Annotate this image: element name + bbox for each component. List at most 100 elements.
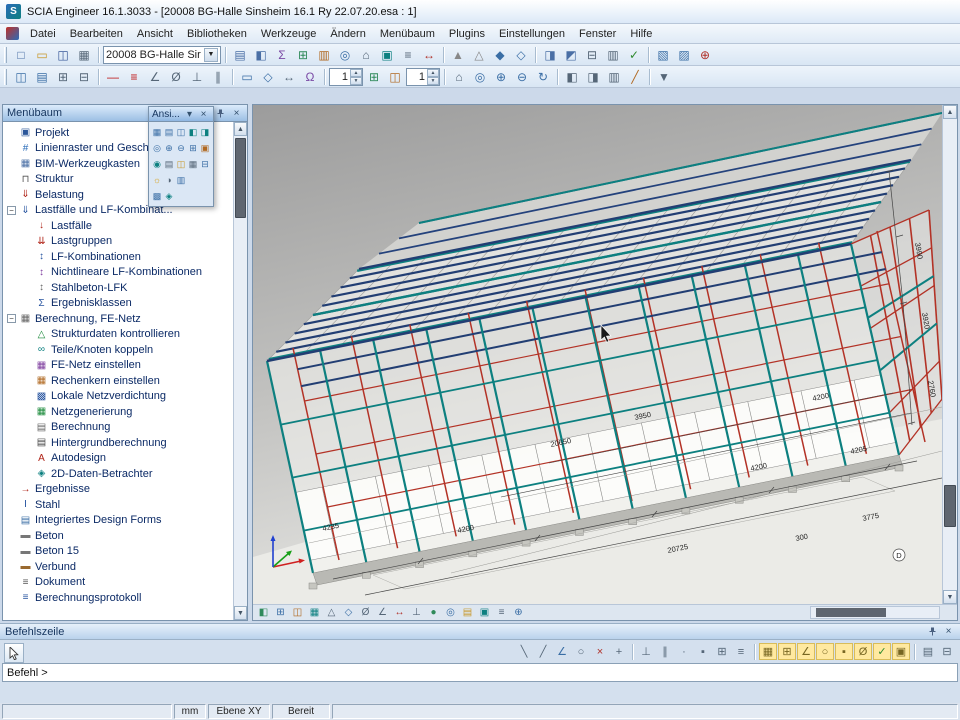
- zoom-window-icon[interactable]: ⊞: [187, 140, 199, 156]
- select-down-icon[interactable]: △: [469, 46, 489, 64]
- snap-point-lock-icon[interactable]: ▪: [835, 643, 853, 660]
- catalog-icon[interactable]: ▤: [230, 46, 250, 64]
- tree-item-lokale-netzverdichtung[interactable]: ▩Lokale Netzverdichtung: [5, 389, 233, 405]
- vp-list-icon[interactable]: ≡: [493, 605, 510, 620]
- tree-item-rechenkern-einstellen[interactable]: ▦Rechenkern einstellen: [5, 373, 233, 389]
- print-icon[interactable]: ▦: [74, 46, 94, 64]
- snap-diameter-icon[interactable]: Ø: [854, 643, 872, 660]
- zoom-all-icon[interactable]: ◎: [151, 140, 163, 156]
- menu-ansicht[interactable]: Ansicht: [130, 26, 180, 42]
- vp-member-icon[interactable]: ◇: [340, 605, 357, 620]
- tree-item-stahl[interactable]: IStahl: [5, 497, 233, 513]
- chevron-down-icon[interactable]: ▾: [183, 108, 196, 121]
- vp-perpendicular-icon[interactable]: ⊥: [408, 605, 425, 620]
- spinner-down-icon[interactable]: ▼: [350, 77, 362, 85]
- library-icon[interactable]: ◧: [251, 46, 271, 64]
- home-view-icon[interactable]: ⌂: [356, 46, 376, 64]
- vp-add-icon[interactable]: ⊕: [510, 605, 527, 620]
- snap-solid-icon[interactable]: ▣: [892, 643, 910, 660]
- snap-parallel-icon[interactable]: ∥: [656, 643, 674, 660]
- toolbar-grip[interactable]: [4, 47, 7, 63]
- snap-raster-icon[interactable]: ⊞: [778, 643, 796, 660]
- cmd-document-icon[interactable]: ▤: [919, 643, 937, 660]
- line-style-icon[interactable]: ―: [103, 68, 123, 86]
- scroll-up-icon[interactable]: ▲: [943, 105, 957, 119]
- tree-item-nichtlineare-lf-kombinationen[interactable]: ↕Nichtlineare LF-Kombinationen: [5, 265, 233, 281]
- render-mode-icon[interactable]: ▣: [377, 46, 397, 64]
- scroll-down-icon[interactable]: ▼: [943, 590, 957, 604]
- collapse-icon[interactable]: ⊟: [582, 46, 602, 64]
- project-combo[interactable]: 20008 BG-Halle Sir▼: [103, 46, 221, 64]
- open-project-icon[interactable]: ▭: [32, 46, 52, 64]
- tree-item-beton-15[interactable]: ▬Beton 15: [5, 544, 233, 560]
- vp-select-icon[interactable]: ◧: [255, 605, 272, 620]
- snap-diagonal-icon[interactable]: ╱: [534, 643, 552, 660]
- close-icon[interactable]: ×: [197, 108, 210, 121]
- menu-werkzeuge[interactable]: Werkzeuge: [254, 26, 323, 42]
- units-icon[interactable]: Ω: [300, 68, 320, 86]
- rotate-view-icon[interactable]: ↻: [533, 68, 553, 86]
- tree-item-integriertes-design-forms[interactable]: ▤Integriertes Design Forms: [5, 513, 233, 529]
- window-new-icon[interactable]: ◫: [11, 68, 31, 86]
- tree-item-dokument[interactable]: ≡Dokument: [5, 575, 233, 591]
- tree-item-hintergrundberechnung[interactable]: ▤Hintergrundberechnung: [5, 435, 233, 451]
- tree-item-2d-daten-betrachter[interactable]: ◈2D-Daten-Betrachter: [5, 466, 233, 482]
- snap-node-icon[interactable]: ▪: [694, 643, 712, 660]
- pane-right-icon[interactable]: ◨: [583, 68, 603, 86]
- view-iso-icon[interactable]: ▦: [151, 124, 163, 140]
- angle-tool-icon[interactable]: ∠: [145, 68, 165, 86]
- zoom-selection-icon[interactable]: ▣: [199, 140, 211, 156]
- light-toggle-icon[interactable]: ☼: [151, 172, 163, 188]
- tree-item-fe-netz-einstellen[interactable]: ▦FE-Netz einstellen: [5, 358, 233, 374]
- tree-item-strukturdaten-kontrollieren[interactable]: △Strukturdaten kontrollieren: [5, 327, 233, 343]
- rectangle-tool-icon[interactable]: ▭: [237, 68, 257, 86]
- menu-einstellungen[interactable]: Einstellungen: [492, 26, 572, 42]
- menu-bibliotheken[interactable]: Bibliotheken: [180, 26, 254, 42]
- check-structure-icon[interactable]: ✓: [624, 46, 644, 64]
- vp-dimension-icon[interactable]: ↔: [391, 605, 408, 620]
- tree-item-ergebnisklassen[interactable]: ΣErgebnisklassen: [5, 296, 233, 312]
- grid-view-icon[interactable]: ▥: [603, 46, 623, 64]
- tree-item-beton[interactable]: ▬Beton: [5, 528, 233, 544]
- hide-selection-icon[interactable]: ⊟: [199, 156, 211, 172]
- spinner-down-icon[interactable]: ▼: [427, 77, 439, 85]
- viewport-vscroll-thumb[interactable]: [944, 485, 956, 527]
- toolbar-grip[interactable]: [4, 69, 7, 85]
- render-settings-icon[interactable]: ▩: [151, 188, 163, 204]
- menu-plugins[interactable]: Plugins: [442, 26, 492, 42]
- pin-icon[interactable]: [214, 107, 227, 120]
- vp-shaded-icon[interactable]: ◫: [289, 605, 306, 620]
- wire-mode-icon[interactable]: ▥: [175, 172, 187, 188]
- collapse-all-icon[interactable]: ⊟: [74, 68, 94, 86]
- view-top-icon[interactable]: ▤: [163, 124, 175, 140]
- tree-item-verbund[interactable]: ▬Verbund: [5, 559, 233, 575]
- snap-angle-icon[interactable]: ∠: [553, 643, 571, 660]
- zoom-out-icon[interactable]: ⊖: [512, 68, 532, 86]
- zoom-minus-icon[interactable]: ⊖: [175, 140, 187, 156]
- close-icon[interactable]: ×: [942, 625, 955, 638]
- scale-spinner[interactable]: 1▲▼: [406, 68, 440, 86]
- tree-item-teile-knoten-koppeln[interactable]: ∞Teile/Knoten koppeln: [5, 342, 233, 358]
- vp-angle-icon[interactable]: ∠: [374, 605, 391, 620]
- vp-point-icon[interactable]: ●: [425, 605, 442, 620]
- draw-line-icon[interactable]: ╱: [625, 68, 645, 86]
- shadow-toggle-icon[interactable]: ◑: [163, 172, 175, 188]
- hatch-a-icon[interactable]: ▧: [653, 46, 673, 64]
- spinner-up-icon[interactable]: ▲: [350, 69, 362, 77]
- expand-all-icon[interactable]: ⊞: [53, 68, 73, 86]
- tree-item-stahlbeton-lfk[interactable]: ↕Stahlbeton-LFK: [5, 280, 233, 296]
- snap-angle-lock-icon[interactable]: ∠: [797, 643, 815, 660]
- diameter-tool-icon[interactable]: Ø: [166, 68, 186, 86]
- combo-dropdown-arrow[interactable]: ▼: [204, 48, 218, 62]
- scroll-up-icon[interactable]: ▲: [234, 122, 247, 136]
- structure-3d-view[interactable]: 3990 3920 2760 4200 3950 20650 4205 4200…: [253, 105, 942, 604]
- zoom-in-icon[interactable]: ⊕: [491, 68, 511, 86]
- split-right-icon[interactable]: ◩: [561, 46, 581, 64]
- menu-hilfe[interactable]: Hilfe: [623, 26, 659, 42]
- vp-node-icon[interactable]: △: [323, 605, 340, 620]
- zoom-previous-icon[interactable]: ◉: [151, 156, 163, 172]
- tree-item-lf-kombinationen[interactable]: ↕LF-Kombinationen: [5, 249, 233, 265]
- cross-sections-icon[interactable]: Σ: [272, 46, 292, 64]
- perpendicular-tool-icon[interactable]: ⊥: [187, 68, 207, 86]
- menu-bearbeiten[interactable]: Bearbeiten: [63, 26, 130, 42]
